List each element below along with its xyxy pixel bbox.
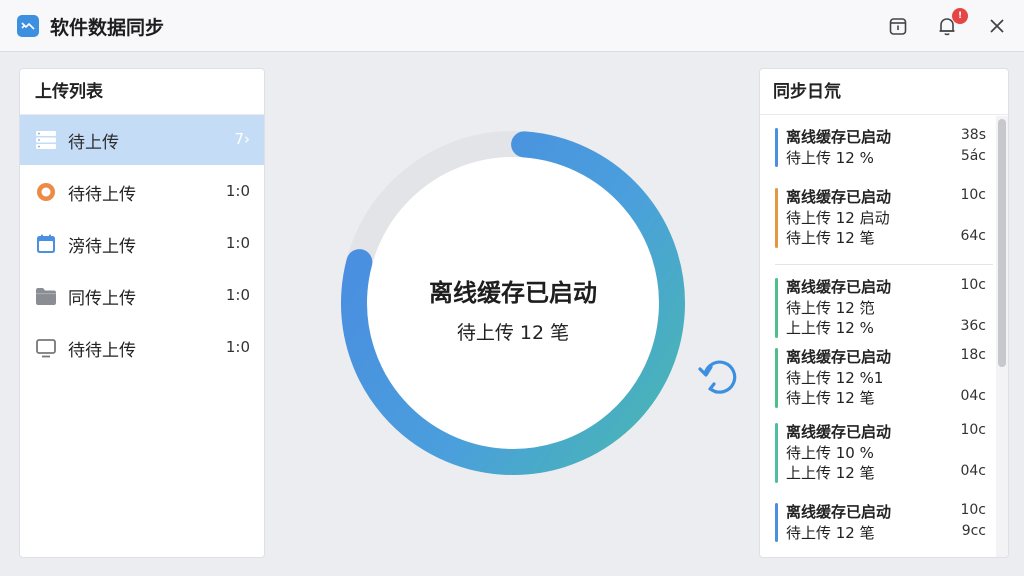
- log-entry-time: 10c: [960, 277, 986, 293]
- log-entry-time: 38s: [960, 127, 986, 143]
- status-subtitle: 待上传 12 笔: [456, 322, 570, 344]
- log-entry-title: 离线缓存已启动: [786, 423, 892, 441]
- sync-button[interactable]: [692, 352, 742, 402]
- log-entry-detail: 待上传 12 笵: [786, 298, 875, 317]
- log-status-bar: [775, 423, 778, 483]
- upload-list-title: 上传列表: [20, 69, 264, 115]
- log-entry-detail: 待上传 12 笔: [786, 389, 875, 407]
- upload-item-label: 待上传: [68, 133, 119, 153]
- upload-item-label: 待待上传: [68, 185, 136, 205]
- upload-item[interactable]: 滂待上传 1:0: [20, 219, 264, 269]
- upload-item-label: 待待上传: [68, 341, 136, 361]
- log-entry-time: 5ác: [960, 147, 986, 164]
- notification-badge: !: [952, 8, 968, 24]
- title-bar: 软件数据同步 !: [0, 0, 1024, 52]
- log-entry-detail: 待上传 10 %: [786, 443, 874, 462]
- sync-log-title: 同步日氘: [760, 69, 1008, 115]
- upload-list-panel: 上传列表 待上传 7› 待待上传 1:0 滂待上传 1:0 同传上传 1:0 待…: [19, 68, 265, 558]
- log-entry-title: 离线缓存已启动: [786, 278, 892, 296]
- log-status-bar: [775, 348, 778, 408]
- log-status-bar: [775, 188, 778, 248]
- log-entry-time: 64c: [960, 228, 986, 244]
- log-entry-title: 离线缓存已启动: [786, 348, 892, 366]
- log-entry-detail: 待上传 12 %: [786, 148, 874, 167]
- log-entry[interactable]: 离线缓存已启动 待上传 12 % 38s 5ác: [760, 126, 996, 171]
- upload-item-count: 1:0: [225, 234, 250, 252]
- log-status-bar: [775, 503, 778, 542]
- sync-log-list: 离线缓存已启动 待上传 12 % 38s 5ác 离线缓存已启动 待上传 12 启动 待上传…: [760, 116, 996, 557]
- log-entry-time: 10c: [960, 422, 986, 438]
- server-icon: [36, 131, 56, 149]
- log-entry-time: 9cc: [961, 522, 986, 539]
- log-entry-detail: 上上传 12 %: [786, 319, 874, 337]
- upload-item-label: 滂待上传: [68, 237, 136, 257]
- log-status-bar: [775, 278, 778, 338]
- log-entry-detail: 待上传 12 笔: [786, 229, 875, 247]
- close-button[interactable]: [985, 14, 1009, 38]
- log-entry-time: 10c: [960, 187, 986, 203]
- log-entry-title: 离线缓存已启动: [786, 188, 892, 206]
- orange-circle-icon: [37, 183, 55, 201]
- sync-log-panel: 同步日氘 离线缓存已启动 待上传 12 % 38s 5ác 离线缓存已启动 待上传 12 …: [759, 68, 1009, 558]
- log-entry-detail: 待上传 12 笔: [786, 523, 875, 542]
- upload-item-count: 1:0: [225, 182, 250, 200]
- log-entry[interactable]: 离线缓存已启动 待上传 12 笔 10c 9cc: [760, 501, 996, 546]
- folder-icon: [36, 288, 56, 305]
- log-entry-title: 离线缓存已启动: [786, 128, 892, 146]
- monitor-icon: [36, 339, 56, 358]
- log-entry-detail: 待上传 12 启动: [786, 208, 890, 227]
- sync-icon: [698, 360, 737, 394]
- upload-item-count: 1:0: [225, 338, 250, 356]
- log-entry-detail: 待上传 12 %1: [786, 368, 884, 387]
- sync-progress-ring: 离线缓存已启动 待上传 12 笔: [340, 130, 686, 476]
- upload-item-count: 7›: [234, 130, 250, 148]
- upload-item[interactable]: 待上传 7›: [20, 115, 264, 165]
- status-title: 离线缓存已启动: [429, 279, 597, 307]
- log-entry[interactable]: 离线缓存已启动 待上传 10 % 上上传 12 笔 10c 04c: [760, 421, 996, 487]
- app-logo-icon: [17, 15, 39, 37]
- close-icon: [990, 19, 1004, 33]
- package-button[interactable]: [886, 14, 910, 38]
- log-entry-time: 18c: [960, 347, 986, 363]
- upload-item[interactable]: 待待上传 1:0: [20, 167, 264, 217]
- log-entry-time: 10c: [960, 502, 986, 518]
- upload-item-label: 同传上传: [68, 289, 136, 309]
- log-status-bar: [775, 128, 778, 167]
- log-divider: [775, 264, 993, 265]
- log-entry[interactable]: 离线缓存已启动 待上传 12 笵上上传 12 % 10c 36c: [760, 276, 996, 342]
- upload-item[interactable]: 待待上传 1:0: [20, 323, 264, 373]
- upload-item-count: 1:0: [225, 286, 250, 304]
- log-entry-detail: 上上传 12 笔: [786, 464, 875, 482]
- log-entry-time: 36c: [960, 318, 986, 334]
- log-entry-time: 04c: [960, 463, 986, 479]
- log-entry-title: 离线缓存已启动: [786, 503, 892, 521]
- log-entry-time: 04c: [960, 388, 986, 404]
- calendar-icon: [37, 234, 55, 253]
- window-title: 软件数据同步: [50, 17, 165, 39]
- upload-item[interactable]: 同传上传 1:0: [20, 271, 264, 321]
- log-entry[interactable]: 离线缓存已启动 待上传 12 启动 待上传 12 笔 10c 64c: [760, 186, 996, 252]
- log-entry[interactable]: 离线缓存已启动 待上传 12 %1 待上传 12 笔 18c 04c: [760, 346, 996, 412]
- package-icon: [889, 18, 907, 35]
- log-scrollbar-thumb[interactable]: [998, 119, 1006, 367]
